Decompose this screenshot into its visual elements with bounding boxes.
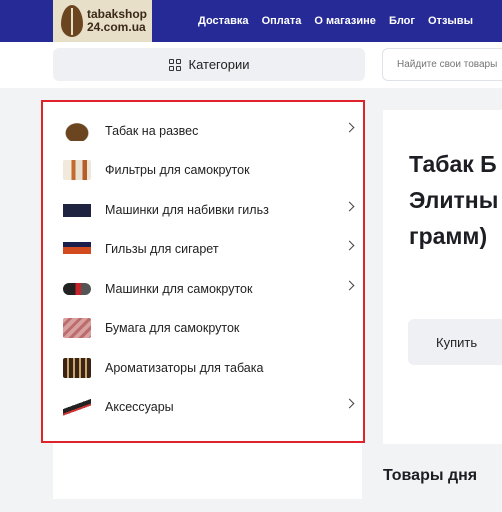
chevron-right-icon xyxy=(344,122,355,133)
site-logo[interactable]: tabakshop 24.com.ua xyxy=(53,0,152,42)
papers-thumb-icon xyxy=(63,318,91,338)
category-item-tubes[interactable]: Гильзы для сигарет xyxy=(63,239,355,259)
product-title: Табак Б Элитны грамм) xyxy=(409,151,499,249)
search-input[interactable] xyxy=(382,48,502,81)
nav-delivery[interactable]: Доставка xyxy=(198,15,249,27)
side-card xyxy=(53,443,362,499)
category-item-accessories[interactable]: Аксессуары xyxy=(63,397,355,417)
category-label: Бумага для самокруток xyxy=(105,321,240,335)
chevron-right-icon xyxy=(344,201,355,212)
category-label: Фильтры для самокруток xyxy=(105,163,250,177)
categories-button[interactable]: Категории xyxy=(53,48,365,81)
category-label: Машинки для набивки гильз xyxy=(105,203,269,217)
category-dropdown: Табак на развес Фильтры для самокруток М… xyxy=(41,100,365,443)
main-nav: Доставка Оплата О магазине Блог Отзывы xyxy=(198,0,486,42)
category-label: Табак на развес xyxy=(105,124,199,138)
deals-title: Товары дня xyxy=(383,467,478,484)
chevron-right-icon xyxy=(344,398,355,409)
category-label: Гильзы для сигарет xyxy=(105,242,219,256)
nav-blog[interactable]: Блог xyxy=(389,15,415,27)
filters-thumb-icon xyxy=(63,160,91,180)
category-item-papers[interactable]: Бумага для самокруток xyxy=(63,318,353,338)
tobacco-thumb-icon xyxy=(63,121,91,141)
nav-payment[interactable]: Оплата xyxy=(262,15,302,27)
categories-button-label: Категории xyxy=(188,57,250,72)
category-label: Ароматизаторы для табака xyxy=(105,361,264,375)
roller-thumb-icon xyxy=(63,283,91,295)
category-label: Машинки для самокруток xyxy=(105,282,253,296)
category-label: Аксессуары xyxy=(105,400,174,414)
logo-line-2: 24.com.ua xyxy=(87,20,146,34)
grid-icon xyxy=(168,58,181,71)
top-header: tabakshop 24.com.ua Доставка Оплата О ма… xyxy=(0,0,502,42)
logo-text: tabakshop 24.com.ua xyxy=(87,8,147,34)
accessories-thumb-icon xyxy=(63,397,91,417)
category-item-injectors[interactable]: Машинки для набивки гильз xyxy=(63,200,355,220)
chevron-right-icon xyxy=(344,280,355,291)
category-item-filters[interactable]: Фильтры для самокруток xyxy=(63,160,353,180)
subheader-bar: Категории xyxy=(0,42,502,88)
buy-button[interactable]: Купить xyxy=(408,319,502,365)
tobacco-leaf-icon xyxy=(61,5,83,37)
category-item-tobacco[interactable]: Табак на развес xyxy=(63,121,355,141)
flavors-thumb-icon xyxy=(63,358,91,378)
nav-reviews[interactable]: Отзывы xyxy=(428,15,473,27)
tubes-thumb-icon xyxy=(63,239,91,259)
category-item-rollers[interactable]: Машинки для самокруток xyxy=(63,279,355,299)
nav-about[interactable]: О магазине xyxy=(314,15,376,27)
injector-thumb-icon xyxy=(63,200,91,220)
chevron-right-icon xyxy=(344,240,355,251)
category-item-flavors[interactable]: Ароматизаторы для табака xyxy=(63,358,353,378)
